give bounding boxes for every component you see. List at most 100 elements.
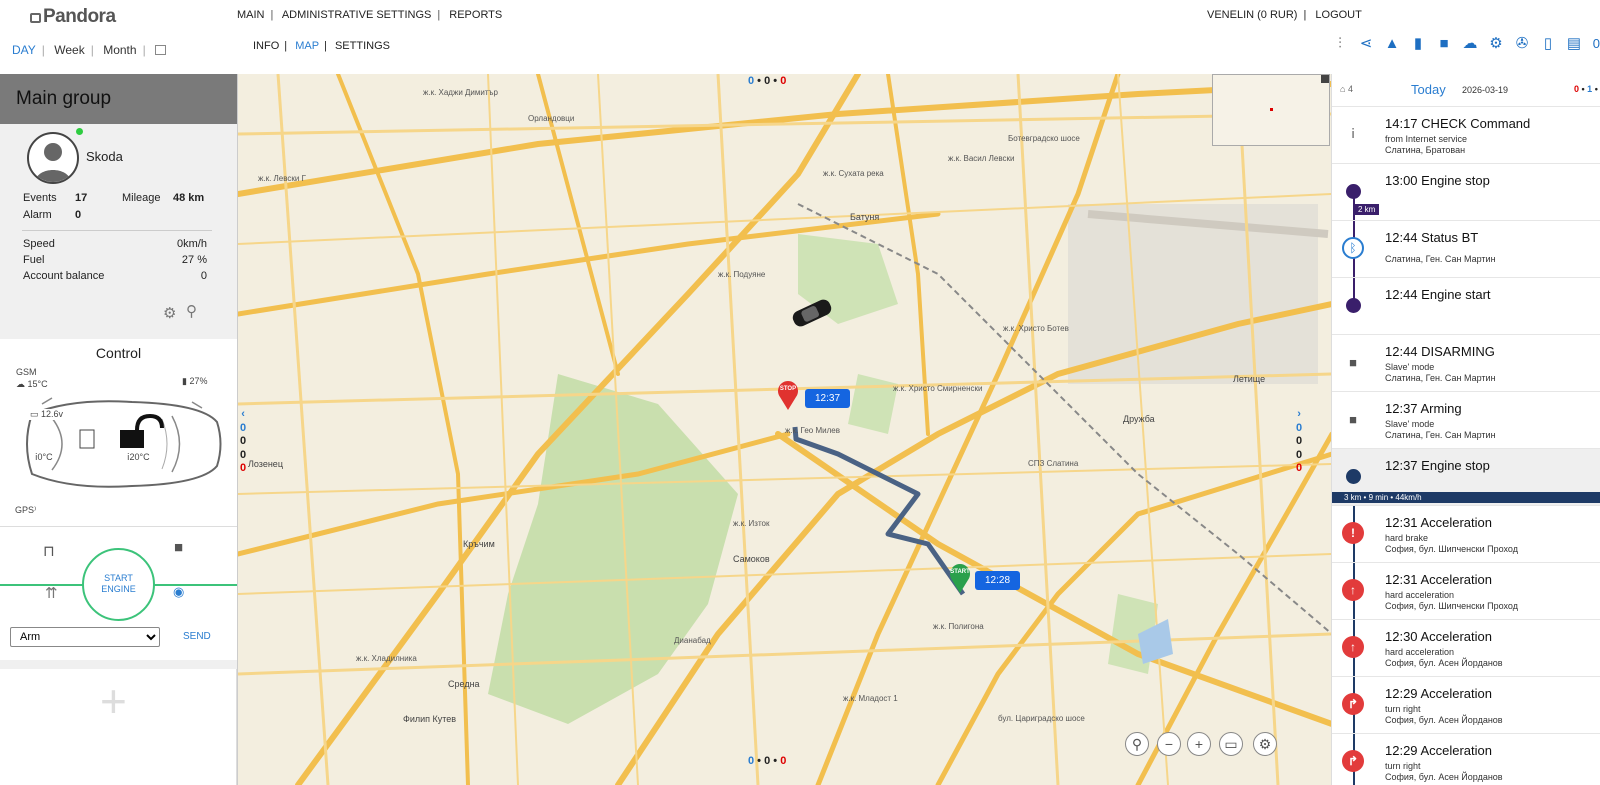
group-header[interactable]: Main group: [0, 74, 237, 124]
stop-time-bubble[interactable]: 12:37: [805, 389, 851, 408]
minimap-toggle-icon[interactable]: [1321, 75, 1329, 83]
today-label[interactable]: Today: [1411, 82, 1446, 97]
gps-status: GPS⁾: [15, 505, 36, 516]
event-subtitle: hard acceleration: [1385, 590, 1455, 600]
map-settings-icon[interactable]: ⚙: [1253, 732, 1277, 756]
event-subtitle: Slave' mode: [1385, 362, 1435, 372]
events-panel: ⌂ 4 Today 2026-03-19 0 • 1 • ⅰ 14:17 CHEC…: [1331, 74, 1600, 785]
zoom-out-icon[interactable]: −: [1157, 732, 1181, 756]
car-icon[interactable]: ▤: [1564, 34, 1584, 52]
pandora-logo[interactable]: Pandora: [30, 6, 116, 28]
timeline-dot-icon: [1342, 465, 1364, 487]
event-item[interactable]: ■ 12:44 DISARMING Slave' mode Слатина, Ген.…: [1332, 335, 1600, 392]
event-type: Acceleration: [1420, 743, 1492, 758]
subnav-settings[interactable]: SETTINGS: [335, 40, 390, 52]
event-item[interactable]: 12:37 Engine stop 3 km • 9 min • 44km/h: [1332, 449, 1600, 506]
speed-value: 0km/h: [177, 238, 207, 250]
nav-admin-settings[interactable]: ADMINISTRATIVE SETTINGS: [282, 9, 432, 21]
weather-icon[interactable]: ☁: [1460, 34, 1480, 52]
share-icon[interactable]: ⋖: [1356, 34, 1376, 52]
toolbar-extra[interactable]: 08: [1590, 34, 1600, 52]
zoom-in-icon[interactable]: +: [1187, 732, 1211, 756]
command-select[interactable]: Arm: [10, 627, 160, 647]
seat-heat-button[interactable]: ⇈: [45, 584, 58, 602]
vehicle-name[interactable]: Skoda: [86, 149, 123, 164]
event-item[interactable]: ↑ 12:30 Acceleration hard acceleration Софи…: [1332, 620, 1600, 677]
mileage-label: Mileage: [122, 192, 161, 204]
calendar-icon[interactable]: [155, 45, 167, 55]
hard-brake-icon: !: [1342, 522, 1364, 544]
pan-left-icon[interactable]: ‹: [240, 408, 246, 422]
stop-marker-icon[interactable]: STOP: [777, 381, 799, 411]
vehicle-car-icon[interactable]: [788, 296, 836, 333]
event-item[interactable]: ↱ 12:29 Acceleration turn right София, бул.…: [1332, 677, 1600, 734]
fit-route-icon[interactable]: ▭: [1219, 732, 1243, 756]
vehicle-avatar[interactable]: [27, 132, 79, 184]
event-item[interactable]: ᛒ 12:44 Status BT Слатина, Ген. Сан Мартин: [1332, 221, 1600, 278]
gps-label: GPS: [15, 505, 35, 515]
counter-black: 0: [1296, 448, 1303, 461]
location-pin-icon[interactable]: ⚲: [186, 302, 197, 320]
location-icon[interactable]: ⚲: [1125, 732, 1149, 756]
start-engine-button[interactable]: START ENGINE: [82, 548, 155, 621]
map-view[interactable]: ж.к. Хаджи Димитър ж.к. Васил Левски ж.к…: [237, 74, 1331, 785]
event-item[interactable]: 13:00 Engine stop 2 km: [1332, 164, 1600, 221]
warning-icon[interactable]: ▲: [1382, 34, 1402, 52]
event-item[interactable]: 12:44 Engine start: [1332, 278, 1600, 335]
nav-main[interactable]: MAIN: [237, 9, 265, 21]
fuel-icon[interactable]: ▮: [1408, 34, 1428, 52]
event-item[interactable]: ■ 12:37 Arming Slave' mode Слатина, Ген. Са…: [1332, 392, 1600, 449]
event-item[interactable]: ↑ 12:31 Acceleration hard acceleration Софи…: [1332, 563, 1600, 620]
event-time: 12:37: [1385, 458, 1418, 473]
event-type: Status BT: [1421, 230, 1479, 245]
sliders-icon[interactable]: ⫶: [1330, 34, 1350, 52]
event-item[interactable]: ⅰ 14:17 CHECK Command from Internet servic…: [1332, 107, 1600, 164]
counter-blue: 0: [1296, 421, 1303, 434]
event-address: София, бул. Асен Йорданов: [1385, 772, 1503, 782]
event-address: Слатина, Ген. Сан Мартин: [1385, 373, 1496, 383]
event-item[interactable]: ↱ 12:29 Acceleration turn right София, бул.…: [1332, 734, 1600, 785]
events-date[interactable]: 2026-03-19: [1462, 85, 1508, 95]
gear-icon[interactable]: ⚙: [1486, 34, 1506, 52]
engine-label: ENGINE: [101, 584, 136, 594]
top-bar: Pandora MAIN | ADMINISTRATIVE SETTINGS | R…: [0, 0, 1600, 74]
siren-button[interactable]: ◉: [173, 584, 184, 600]
event-address: София, бул. Асен Йорданов: [1385, 715, 1503, 725]
period-week[interactable]: Week: [54, 43, 84, 57]
user-name[interactable]: VENELIN (0 RUR): [1207, 9, 1297, 21]
event-item[interactable]: ! 12:31 Acceleration hard brake София, бул.…: [1332, 506, 1600, 563]
nav-reports[interactable]: REPORTS: [449, 9, 502, 21]
settings-gear-icon[interactable]: ⚙: [163, 304, 176, 322]
event-subtitle: turn right: [1385, 761, 1421, 771]
left-panel: Main group Skoda Events 17 Mileage 48 km…: [0, 74, 237, 785]
map-label: ж.к. Хладилника: [356, 654, 417, 663]
counter-black: 0: [1296, 435, 1303, 447]
fan-icon[interactable]: ✇: [1512, 34, 1532, 52]
counter-black: 0: [764, 755, 771, 767]
lock-icon[interactable]: ■: [1434, 34, 1454, 52]
alarm-value: 0: [75, 209, 82, 221]
start-marker-icon[interactable]: START: [949, 564, 971, 594]
events-label: Events: [23, 192, 57, 204]
event-time: 13:00: [1385, 173, 1418, 188]
logout-link[interactable]: LOGOUT: [1315, 9, 1361, 21]
event-address: Слатина, Братован: [1385, 145, 1466, 155]
minimap[interactable]: [1212, 74, 1330, 146]
mileage-value: 48 km: [173, 192, 205, 204]
lock-button[interactable]: ■: [174, 539, 183, 556]
add-vehicle-button[interactable]: +: [100, 674, 127, 728]
event-title: 12:37 Engine stop: [1385, 458, 1490, 473]
unlock-button[interactable]: ⊓: [43, 542, 55, 560]
send-button[interactable]: SEND: [183, 631, 211, 642]
vehicle-card[interactable]: Skoda Events 17 Mileage 48 km Alarm 0 Sp…: [0, 124, 237, 339]
subnav-info[interactable]: INFO: [253, 40, 279, 52]
filter-icon[interactable]: ⌂: [1340, 84, 1348, 94]
pan-right-icon[interactable]: ›: [1296, 408, 1302, 422]
start-time-bubble[interactable]: 12:28: [975, 571, 1021, 590]
period-month[interactable]: Month: [103, 43, 136, 57]
counter-bottom: 0 • 0 • 0: [748, 755, 787, 767]
phone-icon[interactable]: ▯: [1538, 34, 1558, 52]
subnav-map[interactable]: MAP: [295, 40, 319, 52]
period-day[interactable]: DAY: [12, 43, 36, 57]
events-value: 17: [75, 192, 88, 204]
